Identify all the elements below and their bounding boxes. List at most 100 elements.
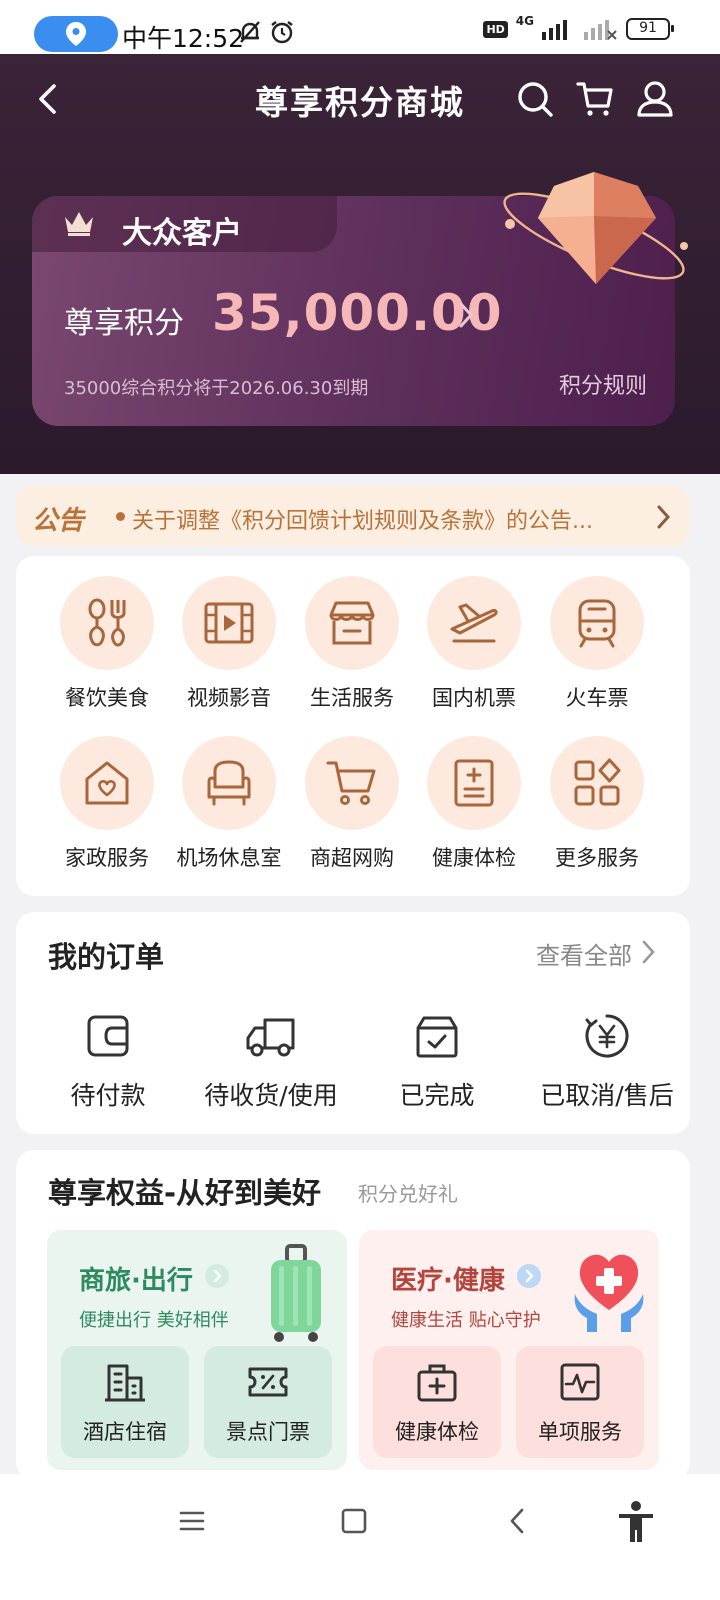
tier-label: 大众客户 xyxy=(122,216,242,251)
benefits-card: 尊享权益-从好到美好 积分兑好礼 商旅·出行 便捷出行 美好相伴 酒店住宿 景点… xyxy=(16,1150,690,1480)
order-label: 已取消/售后 xyxy=(540,1081,674,1110)
chevron-right-icon[interactable] xyxy=(654,504,672,530)
pulse-monitor-icon xyxy=(560,1363,600,1401)
accessibility-icon[interactable] xyxy=(616,1500,656,1544)
search-icon[interactable] xyxy=(516,80,554,118)
announcement-text[interactable]: 关于调整《积分回馈计划规则及条款》的公告... xyxy=(132,503,632,535)
service-label: 视频影音 xyxy=(187,686,271,710)
tier-tab: 大众客户 xyxy=(32,196,337,252)
health-checkup-icon xyxy=(454,759,494,807)
tile-label: 健康体检 xyxy=(395,1420,479,1444)
view-all-orders-link[interactable]: 查看全部 xyxy=(536,936,632,971)
service-health-check[interactable]: 健康体检 xyxy=(414,736,534,872)
hotel-icon xyxy=(105,1364,145,1402)
user-profile-icon[interactable] xyxy=(636,80,674,118)
service-flight[interactable]: 国内机票 xyxy=(414,576,534,712)
health-panel[interactable]: 医疗·健康 健康生活 贴心守护 健康体检 单项服务 xyxy=(359,1230,659,1470)
service-grid: 餐饮美食 视频影音 生活服务 国内机票 火车票 家政服务 机场休息室 商超网购 … xyxy=(16,556,690,896)
video-icon xyxy=(204,602,254,644)
orders-title: 我的订单 xyxy=(48,940,165,974)
tile-single-service[interactable]: 单项服务 xyxy=(516,1346,644,1458)
tile-label: 单项服务 xyxy=(538,1420,622,1444)
service-train[interactable]: 火车票 xyxy=(537,576,657,712)
service-label: 家政服务 xyxy=(65,846,149,870)
service-dining[interactable]: 餐饮美食 xyxy=(47,576,167,712)
my-orders-card: 我的订单 查看全部 待付款 待收货/使用 已完成 已取消/售后 xyxy=(16,912,690,1134)
chevron-right-icon[interactable] xyxy=(205,1264,229,1288)
signal-icon xyxy=(542,20,567,40)
crown-icon xyxy=(65,212,93,236)
hd-badge: HD xyxy=(483,20,508,38)
status-time: 中午12:52 xyxy=(122,24,245,53)
service-lounge[interactable]: 机场休息室 xyxy=(169,736,289,872)
announcement-tag: 公告 xyxy=(32,506,85,536)
service-label: 健康体检 xyxy=(432,846,516,870)
shopping-cart-icon[interactable] xyxy=(576,80,614,118)
tile-health-checkup[interactable]: 健康体检 xyxy=(373,1346,501,1458)
heart-care-icon xyxy=(574,1254,644,1332)
yuan-refund-icon xyxy=(585,1014,629,1058)
points-rules-link[interactable]: 积分规则 xyxy=(559,368,647,400)
order-label: 待付款 xyxy=(70,1081,146,1110)
flight-icon xyxy=(450,603,498,643)
order-completed[interactable]: 已完成 xyxy=(384,1012,490,1112)
announcement-bar[interactable]: 公告 关于调整《积分回馈计划规则及条款》的公告... xyxy=(16,486,690,546)
battery-indicator: 91 xyxy=(626,18,674,40)
order-cancelled-aftersale[interactable]: 已取消/售后 xyxy=(534,1012,680,1112)
service-supermarket[interactable]: 商超网购 xyxy=(292,736,412,872)
order-label: 已完成 xyxy=(399,1081,475,1110)
chevron-right-icon[interactable] xyxy=(640,939,656,965)
order-pending-payment[interactable]: 待付款 xyxy=(58,1012,158,1112)
order-label: 待收货/使用 xyxy=(204,1081,338,1110)
service-label: 餐饮美食 xyxy=(65,686,149,710)
bell-muted-icon xyxy=(240,21,260,43)
service-life[interactable]: 生活服务 xyxy=(292,576,412,712)
service-home-care[interactable]: 家政服务 xyxy=(47,736,167,872)
chevron-right-icon[interactable] xyxy=(517,1264,541,1288)
service-label: 更多服务 xyxy=(555,846,639,870)
order-pending-receipt[interactable]: 待收货/使用 xyxy=(191,1012,351,1112)
chevron-right-icon[interactable] xyxy=(456,300,476,330)
location-pill[interactable] xyxy=(34,16,118,52)
service-label: 火车票 xyxy=(565,686,629,710)
service-label: 国内机票 xyxy=(432,686,516,710)
diamond-gem-icon xyxy=(503,172,688,284)
home-square-icon[interactable] xyxy=(340,1506,368,1536)
menu-icon[interactable] xyxy=(178,1506,206,1536)
service-video[interactable]: 视频影音 xyxy=(169,576,289,712)
travel-panel[interactable]: 商旅·出行 便捷出行 美好相伴 酒店住宿 景点门票 xyxy=(47,1230,347,1470)
suitcase-icon xyxy=(271,1244,321,1342)
benefits-title: 尊享权益-从好到美好 xyxy=(48,1176,322,1210)
points-label: 尊享积分 xyxy=(64,306,184,341)
points-expiry-note: 35000综合积分将于2026.06.30到期 xyxy=(64,378,369,399)
truck-icon xyxy=(246,1018,295,1057)
cart-icon xyxy=(326,761,376,805)
system-nav-bar xyxy=(0,1474,720,1600)
home-care-icon xyxy=(85,761,129,805)
dining-icon xyxy=(88,598,126,647)
service-label: 机场休息室 xyxy=(176,846,282,870)
travel-panel-title: 商旅·出行 xyxy=(79,1266,193,1296)
tile-tickets[interactable]: 景点门票 xyxy=(204,1346,332,1458)
back-icon[interactable] xyxy=(504,1506,532,1536)
alarm-icon xyxy=(271,21,293,44)
tile-label: 景点门票 xyxy=(226,1420,310,1444)
train-icon xyxy=(578,599,616,648)
health-panel-subtitle: 健康生活 贴心守护 xyxy=(391,1310,541,1331)
medical-kit-icon xyxy=(417,1364,457,1402)
service-more[interactable]: 更多服务 xyxy=(537,736,657,872)
network-type: 4G xyxy=(515,14,534,28)
location-pin-icon xyxy=(66,22,86,46)
bullet-dot xyxy=(116,512,125,521)
service-label: 商超网购 xyxy=(310,846,394,870)
tile-label: 酒店住宿 xyxy=(83,1420,167,1444)
signal-2-off-icon xyxy=(584,20,617,40)
ticket-icon xyxy=(248,1367,288,1397)
service-label: 生活服务 xyxy=(310,686,394,710)
status-bar: 中午12:52 HD 4G 91 xyxy=(0,0,720,54)
travel-panel-subtitle: 便捷出行 美好相伴 xyxy=(79,1310,229,1331)
tile-hotel[interactable]: 酒店住宿 xyxy=(61,1346,189,1458)
more-grid-icon xyxy=(574,758,621,806)
benefits-subtitle: 积分兑好礼 xyxy=(358,1182,458,1206)
health-panel-title: 医疗·健康 xyxy=(391,1266,505,1296)
